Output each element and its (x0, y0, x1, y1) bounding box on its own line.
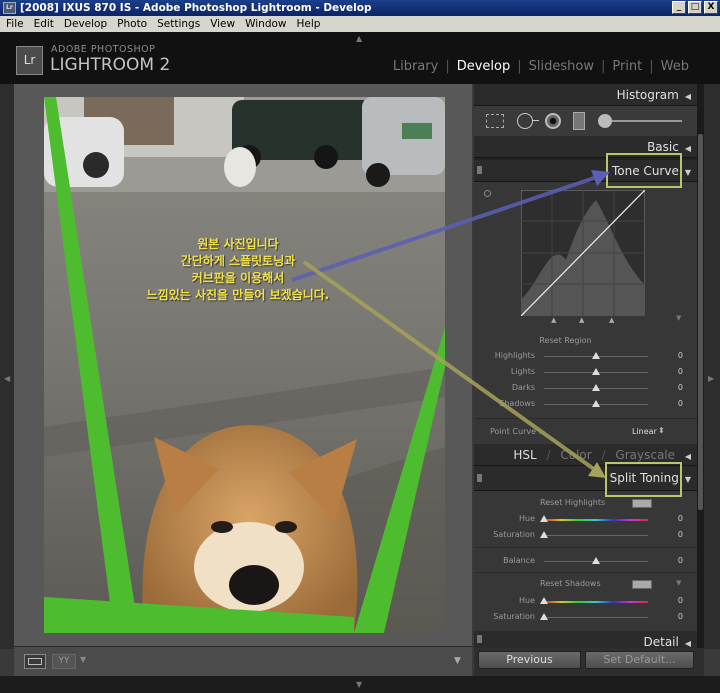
arrow-to-tone-curve (291, 174, 601, 282)
annotation-arrows (291, 170, 610, 478)
arrow-to-split-toning (302, 260, 600, 474)
